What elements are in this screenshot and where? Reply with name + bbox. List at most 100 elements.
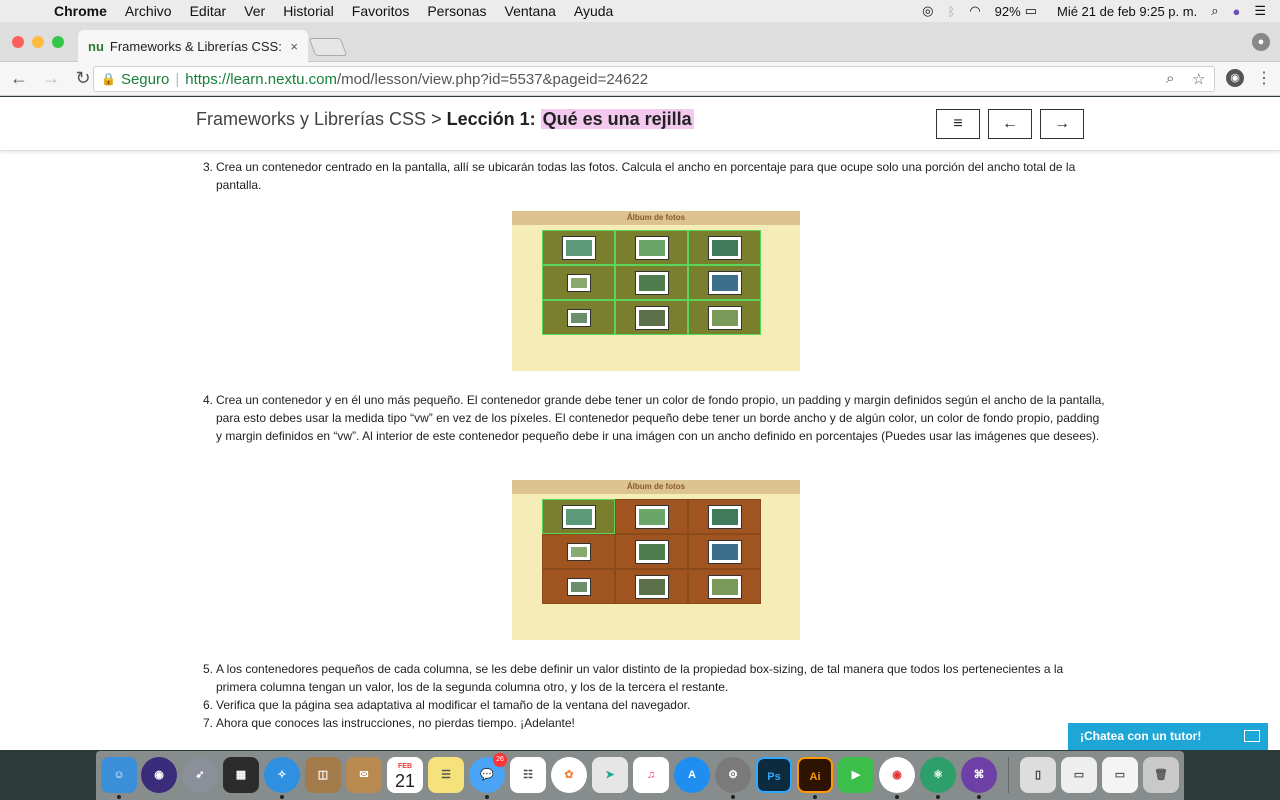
photo-grid (542, 230, 761, 335)
illustrator-document-icon[interactable]: ▯ (1020, 757, 1056, 793)
zoom-window-icon[interactable] (52, 36, 64, 48)
extension-icon[interactable]: ◉ (1226, 69, 1244, 87)
lesson-menu-button[interactable]: ≡ (936, 109, 980, 139)
notes-icon[interactable]: ☰ (428, 757, 464, 793)
menu-favoritos[interactable]: Favoritos (352, 3, 410, 19)
profile-avatar-icon[interactable]: ● (1252, 33, 1270, 51)
launchpad-icon[interactable]: ➶ (182, 757, 218, 793)
close-window-icon[interactable] (12, 36, 24, 48)
photo-cell (615, 230, 688, 265)
menu-editar[interactable]: Editar (190, 3, 227, 19)
notification-center-icon[interactable]: ☰ (1254, 3, 1266, 19)
macos-dock: ☺ ◉ ➶ ▦ ✧ ◫ ✉ FEB 21 ☰ 💬 26 ☷ ✿ ➤ ♫ A ⚙ … (96, 751, 1184, 800)
calendar-day: 21 (394, 771, 416, 791)
next-page-button[interactable]: → (1040, 109, 1084, 139)
photo-thumbnail (562, 236, 595, 259)
siri-icon[interactable]: ◉ (141, 757, 177, 793)
chrome-icon[interactable]: ◉ (879, 757, 915, 793)
safari-icon[interactable]: ✧ (264, 757, 300, 793)
menu-ver[interactable]: Ver (244, 3, 265, 19)
list-number: 7. (203, 716, 214, 730)
forward-button[interactable]: → (38, 68, 64, 89)
lock-icon[interactable]: 🔒 (101, 72, 116, 86)
atom-icon[interactable]: ⚛ (920, 757, 956, 793)
url-path[interactable]: /mod/lesson/view.php?id=5537&pageid=2462… (337, 71, 648, 88)
github-desktop-icon[interactable]: ⌘ (961, 757, 997, 793)
photo-thumbnail (635, 306, 668, 329)
siri-icon[interactable]: ● (1232, 4, 1240, 19)
chat-tutor-button[interactable]: ¡Chatea con un tutor! (1068, 723, 1268, 750)
calendar-icon[interactable]: FEB 21 (387, 757, 423, 793)
photo-cell (615, 534, 688, 569)
app-store-icon[interactable]: A (674, 757, 710, 793)
bluetooth-icon[interactable]: ᛒ (948, 4, 956, 19)
photo-cell (615, 265, 688, 300)
system-preferences-icon[interactable]: ⚙ (715, 757, 751, 793)
screenshot-thumbnail-icon[interactable]: ▭ (1061, 757, 1097, 793)
browser-toolbar: ← → ↻ 🔒 Seguro | https://learn.nextu.com… (0, 62, 1280, 96)
photo-cell (615, 499, 688, 534)
chrome-menu-icon[interactable]: ⋮ (1256, 68, 1272, 88)
chat-label: ¡Chatea con un tutor! (1080, 729, 1202, 743)
zoom-icon[interactable]: ⌕ (1166, 70, 1174, 87)
url-host[interactable]: https://learn.nextu.com (185, 71, 337, 88)
back-button[interactable]: ← (6, 68, 32, 89)
contacts-icon[interactable]: ◫ (305, 757, 341, 793)
list-number: 5. (203, 662, 214, 676)
album-figure-2: Álbum de fotos (512, 480, 800, 640)
chat-window-icon[interactable] (1244, 730, 1260, 742)
menu-app-name[interactable]: Chrome (54, 3, 107, 19)
photo-thumbnail (635, 236, 668, 259)
lesson-title: Qué es una rejilla (540, 109, 694, 129)
screen-mirror-icon[interactable]: ◎ (922, 3, 933, 19)
list-text: Ahora que conoces las instrucciones, no … (216, 716, 575, 730)
minimize-window-icon[interactable] (32, 36, 44, 48)
menu-personas[interactable]: Personas (427, 3, 486, 19)
photo-cell (688, 230, 761, 265)
finder-icon[interactable]: ☺ (101, 757, 137, 793)
battery-percent[interactable]: 92% (995, 4, 1021, 19)
clock[interactable]: Mié 21 de feb 9:25 p. m. (1057, 4, 1197, 19)
new-tab-button[interactable] (308, 38, 348, 56)
photo-cell (615, 569, 688, 604)
spotlight-icon[interactable]: ⌕ (1211, 3, 1218, 19)
album-title: Álbum de fotos (512, 211, 800, 225)
secure-label[interactable]: Seguro (121, 71, 169, 88)
itunes-icon[interactable]: ♫ (633, 757, 669, 793)
course-link[interactable]: Frameworks y Librerías CSS (196, 109, 426, 129)
photo-thumbnail (708, 236, 741, 259)
trash-icon[interactable]: 🗑 (1143, 757, 1179, 793)
prev-page-button[interactable]: ← (988, 109, 1032, 139)
photo-thumbnail (567, 543, 590, 560)
mail-icon[interactable]: ✉ (346, 757, 382, 793)
breadcrumb-separator: > (426, 109, 447, 129)
menu-archivo[interactable]: Archivo (125, 3, 172, 19)
album-figure-1: Álbum de fotos (512, 211, 800, 371)
tab-title: Frameworks & Librerías CSS: L (109, 38, 285, 54)
illustrator-icon[interactable]: Ai (797, 757, 833, 793)
dashboard-icon[interactable]: ▦ (223, 757, 259, 793)
facetime-icon[interactable]: ▶ (838, 757, 874, 793)
address-bar[interactable]: 🔒 Seguro | https://learn.nextu.com /mod/… (93, 66, 1215, 92)
photo-cell (688, 265, 761, 300)
menu-ayuda[interactable]: Ayuda (574, 3, 613, 19)
photo-cell (688, 499, 761, 534)
downloads-folder-icon[interactable]: ▭ (1102, 757, 1138, 793)
photo-cell (688, 300, 761, 335)
photoshop-icon[interactable]: Ps (756, 757, 792, 793)
menu-historial[interactable]: Historial (283, 3, 334, 19)
bookmark-star-icon[interactable]: ☆ (1192, 70, 1205, 88)
wifi-icon[interactable]: ◠ (969, 3, 980, 19)
reminders-icon[interactable]: ☷ (510, 757, 546, 793)
maps-icon[interactable]: ➤ (592, 757, 628, 793)
browser-tab-active[interactable]: nu Frameworks & Librerías CSS: L × (78, 30, 308, 62)
messages-badge: 26 (493, 753, 507, 767)
photo-cell (688, 569, 761, 604)
menu-ventana[interactable]: Ventana (505, 3, 556, 19)
tab-close-icon[interactable]: × (290, 39, 298, 54)
battery-icon[interactable]: ▭ (1025, 3, 1037, 19)
photo-thumbnail (562, 505, 595, 528)
photos-icon[interactable]: ✿ (551, 757, 587, 793)
photo-thumbnail (635, 271, 668, 294)
photo-cell (688, 534, 761, 569)
